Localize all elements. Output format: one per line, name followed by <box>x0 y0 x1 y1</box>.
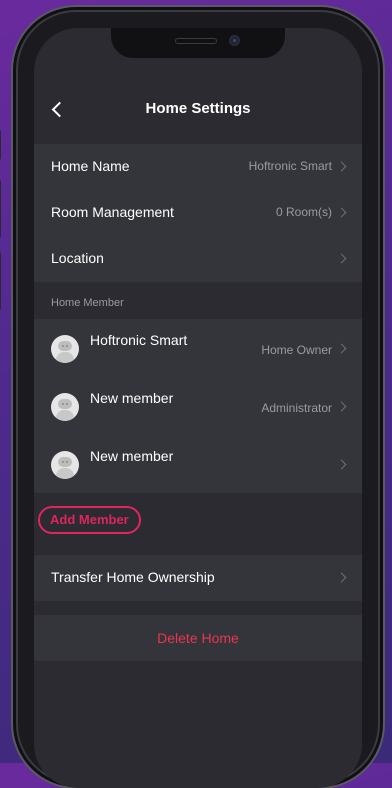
location-row[interactable]: Location <box>34 236 362 282</box>
volume-up-button <box>0 180 1 238</box>
room-count-value: 0 Room(s) <box>275 205 332 219</box>
member-role: Home Owner <box>261 343 332 357</box>
home-name-value: Hoftronic Smart <box>248 159 332 173</box>
nav-header: Home Settings <box>34 92 362 132</box>
home-name-label: Home Name <box>51 158 130 174</box>
member-row[interactable]: New member Administrator <box>34 377 362 435</box>
app-screen: Home Settings Home Name Hoftronic Smart … <box>34 28 362 788</box>
member-role: Administrator <box>261 401 332 415</box>
chevron-right-icon <box>336 253 347 264</box>
speaker-grille <box>175 38 217 44</box>
member-name: Hoftronic Smart <box>90 332 188 348</box>
notch <box>111 28 285 58</box>
avatar <box>51 335 79 363</box>
chevron-right-icon <box>336 572 347 583</box>
home-name-row[interactable]: Home Name Hoftronic Smart <box>34 144 362 190</box>
room-management-row[interactable]: Room Management 0 Room(s) <box>34 190 362 236</box>
chevron-right-icon <box>336 459 347 470</box>
chevron-right-icon <box>336 161 347 172</box>
transfer-ownership-label: Transfer Home Ownership <box>51 569 215 585</box>
chevron-right-icon <box>336 343 347 354</box>
chevron-right-icon <box>336 401 347 412</box>
member-row[interactable]: New member <box>34 435 362 493</box>
location-label: Location <box>51 250 104 266</box>
avatar <box>51 393 79 421</box>
page-title: Home Settings <box>145 100 251 117</box>
add-member-button[interactable]: Add Member <box>38 506 141 534</box>
front-camera-icon <box>229 35 240 46</box>
member-row[interactable]: Hoftronic Smart Home Owner <box>34 319 362 377</box>
mute-switch <box>0 130 1 160</box>
member-name: New member <box>90 390 174 406</box>
member-name: New member <box>90 448 174 464</box>
phone-frame: Home Settings Home Name Hoftronic Smart … <box>0 12 378 788</box>
avatar <box>51 451 79 479</box>
volume-down-button <box>0 252 1 310</box>
room-management-label: Room Management <box>51 204 174 220</box>
home-member-section-label: Home Member <box>51 297 124 309</box>
delete-home-button[interactable]: Delete Home <box>34 615 362 661</box>
transfer-ownership-row[interactable]: Transfer Home Ownership <box>34 555 362 601</box>
chevron-right-icon <box>336 207 347 218</box>
